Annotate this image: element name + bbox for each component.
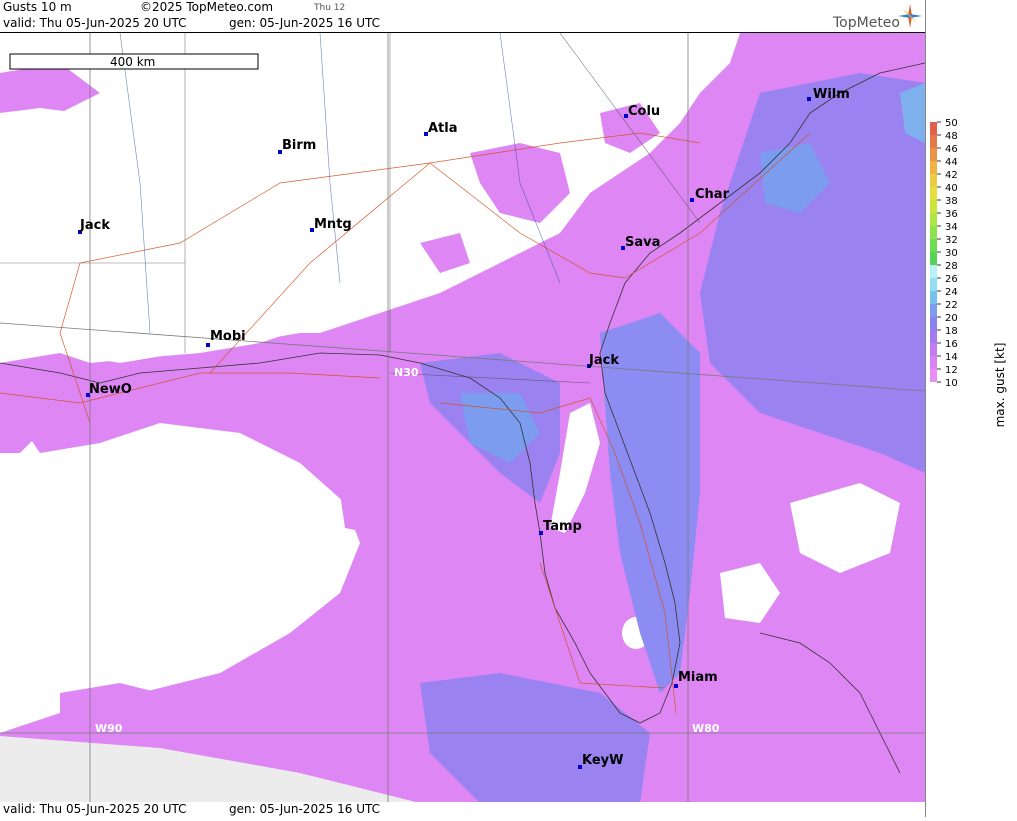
legend-tick-label: 28 bbox=[945, 261, 958, 272]
footer-bar: valid: Thu 05-Jun-2025 20 UTC gen: 05-Ju… bbox=[0, 802, 925, 817]
svg-text:Jack: Jack bbox=[588, 353, 619, 368]
legend-tick-label: 22 bbox=[945, 300, 958, 311]
city-keyw: KeyW bbox=[578, 753, 623, 769]
legend-tick-label: 14 bbox=[945, 352, 958, 363]
svg-text:Mobi: Mobi bbox=[210, 329, 246, 344]
legend-swatch bbox=[930, 213, 937, 226]
valid-time: valid: Thu 05-Jun-2025 20 UTC bbox=[3, 16, 187, 30]
gust-map[interactable]: N30 W90 W80 400 km Wilm Colu Atla Birm C… bbox=[0, 32, 925, 804]
legend-tick-label: 12 bbox=[945, 365, 958, 376]
legend-swatch bbox=[930, 369, 937, 382]
city-tamp: Tamp bbox=[539, 519, 582, 535]
legend-swatch bbox=[930, 174, 937, 187]
city-char: Char bbox=[690, 187, 730, 202]
scale-bar: 400 km bbox=[9, 53, 259, 70]
legend-tick-label: 48 bbox=[945, 131, 958, 142]
legend-swatch bbox=[930, 317, 937, 330]
legend-tick-label: 34 bbox=[945, 222, 958, 233]
legend-swatch bbox=[930, 343, 937, 356]
legend-tick-label: 24 bbox=[945, 287, 958, 298]
city-birm: Birm bbox=[278, 138, 316, 154]
legend-swatch bbox=[930, 265, 937, 278]
product-title: Gusts 10 m bbox=[3, 0, 72, 14]
legend-swatch bbox=[930, 291, 937, 304]
legend-swatch bbox=[930, 278, 937, 291]
legend-tick-label: 18 bbox=[945, 326, 958, 337]
legend-swatch bbox=[930, 356, 937, 369]
graticule-label-n30: N30 bbox=[394, 366, 419, 379]
legend-swatch bbox=[930, 330, 937, 343]
legend-swatch bbox=[930, 161, 937, 174]
svg-text:Wilm: Wilm bbox=[813, 87, 850, 102]
city-mntg: Mntg bbox=[310, 217, 352, 232]
legend-tick-label: 42 bbox=[945, 170, 958, 181]
legend-swatch bbox=[930, 239, 937, 252]
legend-swatch bbox=[930, 304, 937, 317]
graticule-label-w90: W90 bbox=[95, 722, 123, 735]
graticule-label-w80: W80 bbox=[692, 722, 720, 735]
legend-tick-label: 50 bbox=[945, 118, 958, 129]
day-tab[interactable]: Thu 12 bbox=[314, 3, 345, 13]
footer-valid-time: valid: Thu 05-Jun-2025 20 UTC bbox=[3, 802, 187, 816]
city-wilm: Wilm bbox=[807, 87, 850, 102]
legend-tick-label: 40 bbox=[945, 183, 958, 194]
footer-generated-time: gen: 05-Jun-2025 16 UTC bbox=[229, 802, 381, 816]
legend-tick-label: 10 bbox=[945, 378, 958, 389]
svg-text:Char: Char bbox=[695, 187, 730, 202]
legend-tick-label: 30 bbox=[945, 248, 958, 259]
legend-swatch bbox=[930, 122, 937, 135]
brand-logo-text: TopMeteo bbox=[833, 15, 900, 31]
legend-tick-label: 38 bbox=[945, 196, 958, 207]
svg-text:KeyW: KeyW bbox=[582, 753, 623, 768]
city-jack-ms: Jack bbox=[78, 218, 110, 234]
svg-text:Atla: Atla bbox=[428, 121, 458, 136]
legend-colorbar: 50 48 46 44 42 40 38 36 34 32 30 28 26 24 22 20 18 16 14 12… bbox=[930, 118, 1007, 428]
legend-tick-label: 46 bbox=[945, 144, 958, 155]
svg-text:Colu: Colu bbox=[628, 104, 660, 119]
svg-text:Sava: Sava bbox=[625, 235, 660, 250]
city-atla: Atla bbox=[424, 121, 458, 136]
legend-tick-label: 26 bbox=[945, 274, 958, 285]
svg-text:Mntg: Mntg bbox=[314, 217, 352, 232]
legend-swatch bbox=[930, 135, 937, 148]
legend-tick-label: 36 bbox=[945, 209, 958, 220]
legend-swatch bbox=[930, 252, 937, 265]
header-bar: Gusts 10 m ©2025 TopMeteo.com Thu 12 val… bbox=[0, 0, 925, 32]
compass-logo-icon bbox=[898, 4, 922, 28]
legend-tick-label: 32 bbox=[945, 235, 958, 246]
legend-swatch bbox=[930, 148, 937, 161]
scale-label: 400 km bbox=[110, 55, 155, 69]
svg-text:Tamp: Tamp bbox=[543, 519, 582, 534]
svg-text:Jack: Jack bbox=[79, 218, 110, 233]
svg-text:Miam: Miam bbox=[678, 670, 718, 685]
legend-tick-label: 44 bbox=[945, 157, 958, 168]
legend-title: max. gust [kt] bbox=[993, 343, 1007, 428]
city-jack-fl: Jack bbox=[587, 353, 619, 368]
city-newo: NewO bbox=[86, 382, 132, 397]
legend-swatch bbox=[930, 226, 937, 239]
legend-tick-label: 20 bbox=[945, 313, 958, 324]
legend-swatch bbox=[930, 187, 937, 200]
gust-legend: 50 48 46 44 42 40 38 36 34 32 30 28 26 24 22 20 18 16 14 12… bbox=[925, 0, 1017, 817]
svg-text:NewO: NewO bbox=[89, 382, 132, 397]
legend-swatch bbox=[930, 200, 937, 213]
svg-text:Birm: Birm bbox=[282, 138, 316, 153]
generated-time: gen: 05-Jun-2025 16 UTC bbox=[229, 16, 381, 30]
copyright-text: ©2025 TopMeteo.com bbox=[140, 0, 274, 14]
city-sava: Sava bbox=[621, 235, 660, 250]
city-colu: Colu bbox=[624, 104, 660, 119]
map-canvas: N30 W90 W80 400 km Wilm Colu Atla Birm C… bbox=[0, 33, 925, 803]
legend-tick-label: 16 bbox=[945, 339, 958, 350]
